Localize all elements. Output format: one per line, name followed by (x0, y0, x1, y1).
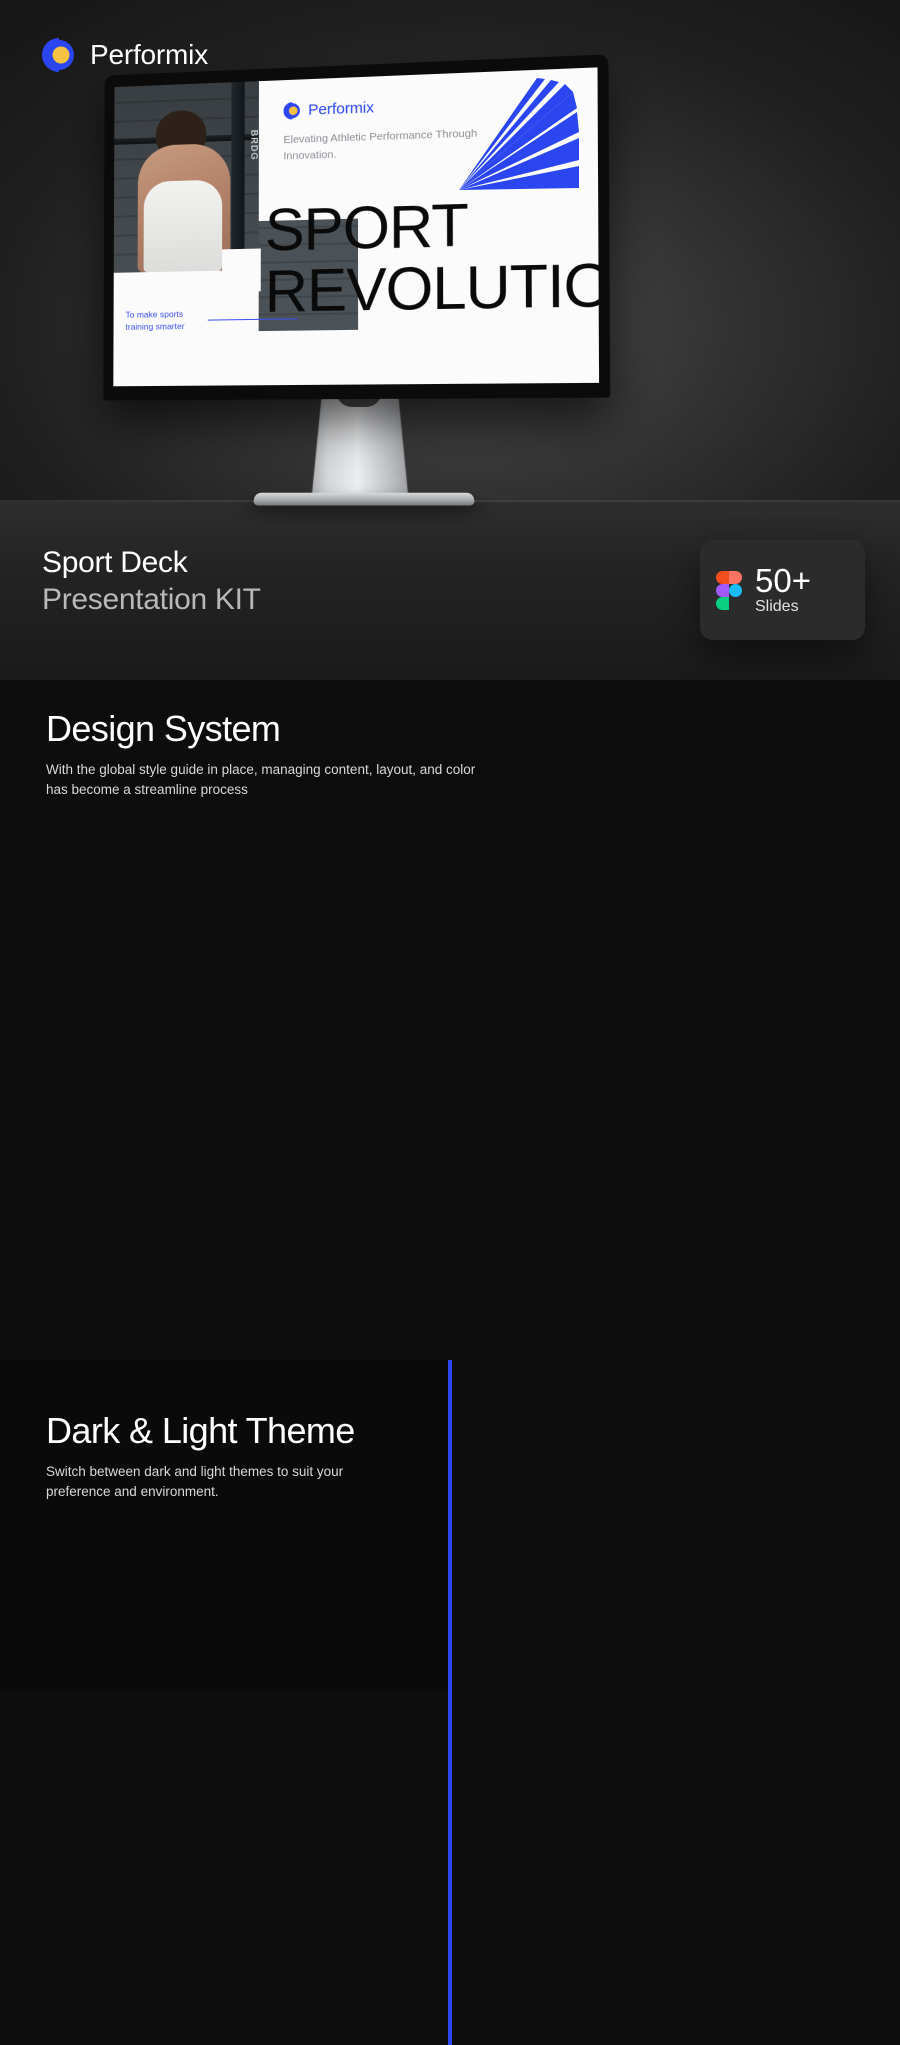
hero-kit-title-line1: Sport Deck (42, 545, 261, 582)
hero-slide-title-line2: REVOLUTION (265, 256, 599, 320)
slides-label: Slides (755, 598, 811, 616)
hero-section: Performix BRDG Performix Elevating Athle… (0, 0, 900, 680)
theme-section: Dark & Light Theme Switch between dark a… (0, 1360, 900, 2045)
hero-slide-footnote: To make sports training smarter (125, 306, 297, 333)
hero-slide-photo: BRDG (114, 81, 259, 273)
monitor-stand (300, 395, 420, 495)
slides-count-badge: 50+ Slides (700, 540, 865, 640)
hero-slide-logo-name: Performix (308, 99, 374, 119)
theme-divider (448, 1360, 452, 2045)
hero-slide-block-b (222, 249, 261, 292)
performix-logo-icon (283, 102, 300, 120)
design-system-section: Design System With the global style guid… (0, 680, 900, 1360)
performix-logo-icon (42, 38, 76, 72)
brand-name: Performix (90, 39, 208, 71)
hero-kit-title-line2: Presentation KIT (42, 582, 261, 619)
slides-count: 50+ (755, 564, 811, 597)
design-system-description: With the global style guide in place, ma… (46, 760, 496, 799)
hero-slide-logo: Performix (283, 99, 373, 120)
monitor-base (252, 493, 475, 506)
figma-logo-icon (716, 571, 742, 609)
hero-kit-title: Sport Deck Presentation KIT (42, 545, 261, 618)
theme-description: Switch between dark and light themes to … (46, 1462, 406, 1501)
rack-label: BRDG (248, 130, 258, 161)
hero-slide-footnote-text: To make sports training smarter (125, 308, 197, 334)
theme-title: Dark & Light Theme (46, 1410, 355, 1452)
hero-slide-footnote-rule (208, 318, 298, 321)
brand-row: Performix (42, 38, 208, 72)
hero-sunburst-decor (455, 78, 580, 198)
design-system-title: Design System (46, 708, 280, 750)
hero-slide-title-line1: SPORT (265, 197, 468, 259)
